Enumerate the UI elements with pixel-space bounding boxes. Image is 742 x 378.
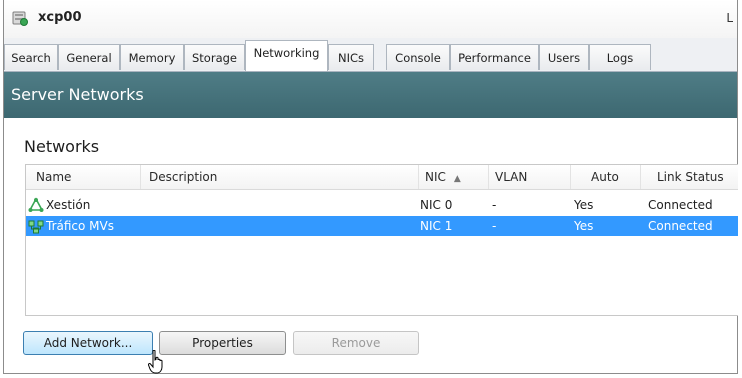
column-header-name[interactable]: Name (26, 165, 141, 189)
remove-button[interactable]: Remove (293, 331, 419, 355)
column-header-link-status[interactable]: Link Status (641, 165, 738, 189)
column-header-description[interactable]: Description (141, 165, 419, 189)
cell-link-status: Connected (648, 198, 713, 212)
network-icon (28, 197, 44, 212)
networks-heading: Networks (24, 137, 100, 156)
mouse-pointer-icon (148, 350, 163, 374)
cell-name: Tráfico MVs (46, 219, 114, 233)
cell-nic: NIC 1 (420, 219, 453, 233)
column-header-nic[interactable]: NIC ▲ (419, 165, 489, 189)
cell-auto: Yes (574, 198, 594, 212)
tab-general[interactable]: General (58, 44, 120, 70)
cell-vlan: - (492, 198, 497, 212)
table-header: Name Description NIC ▲ VLAN Auto Link Sta… (26, 165, 738, 190)
tab-memory[interactable]: Memory (120, 44, 184, 70)
banner-title: Server Networks (11, 85, 144, 104)
networks-table: Name Description NIC ▲ VLAN Auto Link Sta… (25, 164, 738, 316)
tab-storage[interactable]: Storage (184, 44, 245, 70)
table-row[interactable]: Xestión NIC 0 - Yes Connected (26, 195, 738, 215)
tab-nics[interactable]: NICs (328, 44, 374, 70)
title-bar: xcp00 L (4, 0, 737, 38)
tab-strip: Search General Memory Storage Networking… (4, 38, 737, 72)
column-header-auto[interactable]: Auto (571, 165, 641, 189)
column-header-vlan[interactable]: VLAN (489, 165, 571, 189)
tab-logs[interactable]: Logs (589, 44, 651, 70)
cell-link-status: Connected (648, 219, 713, 233)
tab-search[interactable]: Search (4, 44, 58, 70)
add-network-button[interactable]: Add Network... (23, 331, 153, 355)
sort-ascending-icon: ▲ (453, 174, 461, 184)
cell-nic: NIC 0 (420, 198, 453, 212)
cell-name: Xestión (46, 198, 91, 212)
cell-vlan: - (492, 219, 497, 233)
server-networking-panel: xcp00 L Search General Memory Storage Ne… (3, 0, 738, 374)
tab-users[interactable]: Users (539, 44, 589, 70)
properties-button[interactable]: Properties (159, 331, 286, 355)
server-icon (12, 11, 28, 26)
title-edge-text: L (726, 11, 733, 25)
tab-performance[interactable]: Performance (450, 44, 539, 70)
server-title: xcp00 (38, 10, 82, 25)
tab-networking[interactable]: Networking (245, 40, 328, 71)
tab-console[interactable]: Console (386, 44, 450, 70)
network-icon (28, 220, 44, 234)
cell-auto: Yes (574, 219, 594, 233)
table-row-selected[interactable]: Tráfico MVs NIC 1 - Yes Connected (26, 216, 738, 236)
section-banner: Server Networks (4, 72, 737, 118)
